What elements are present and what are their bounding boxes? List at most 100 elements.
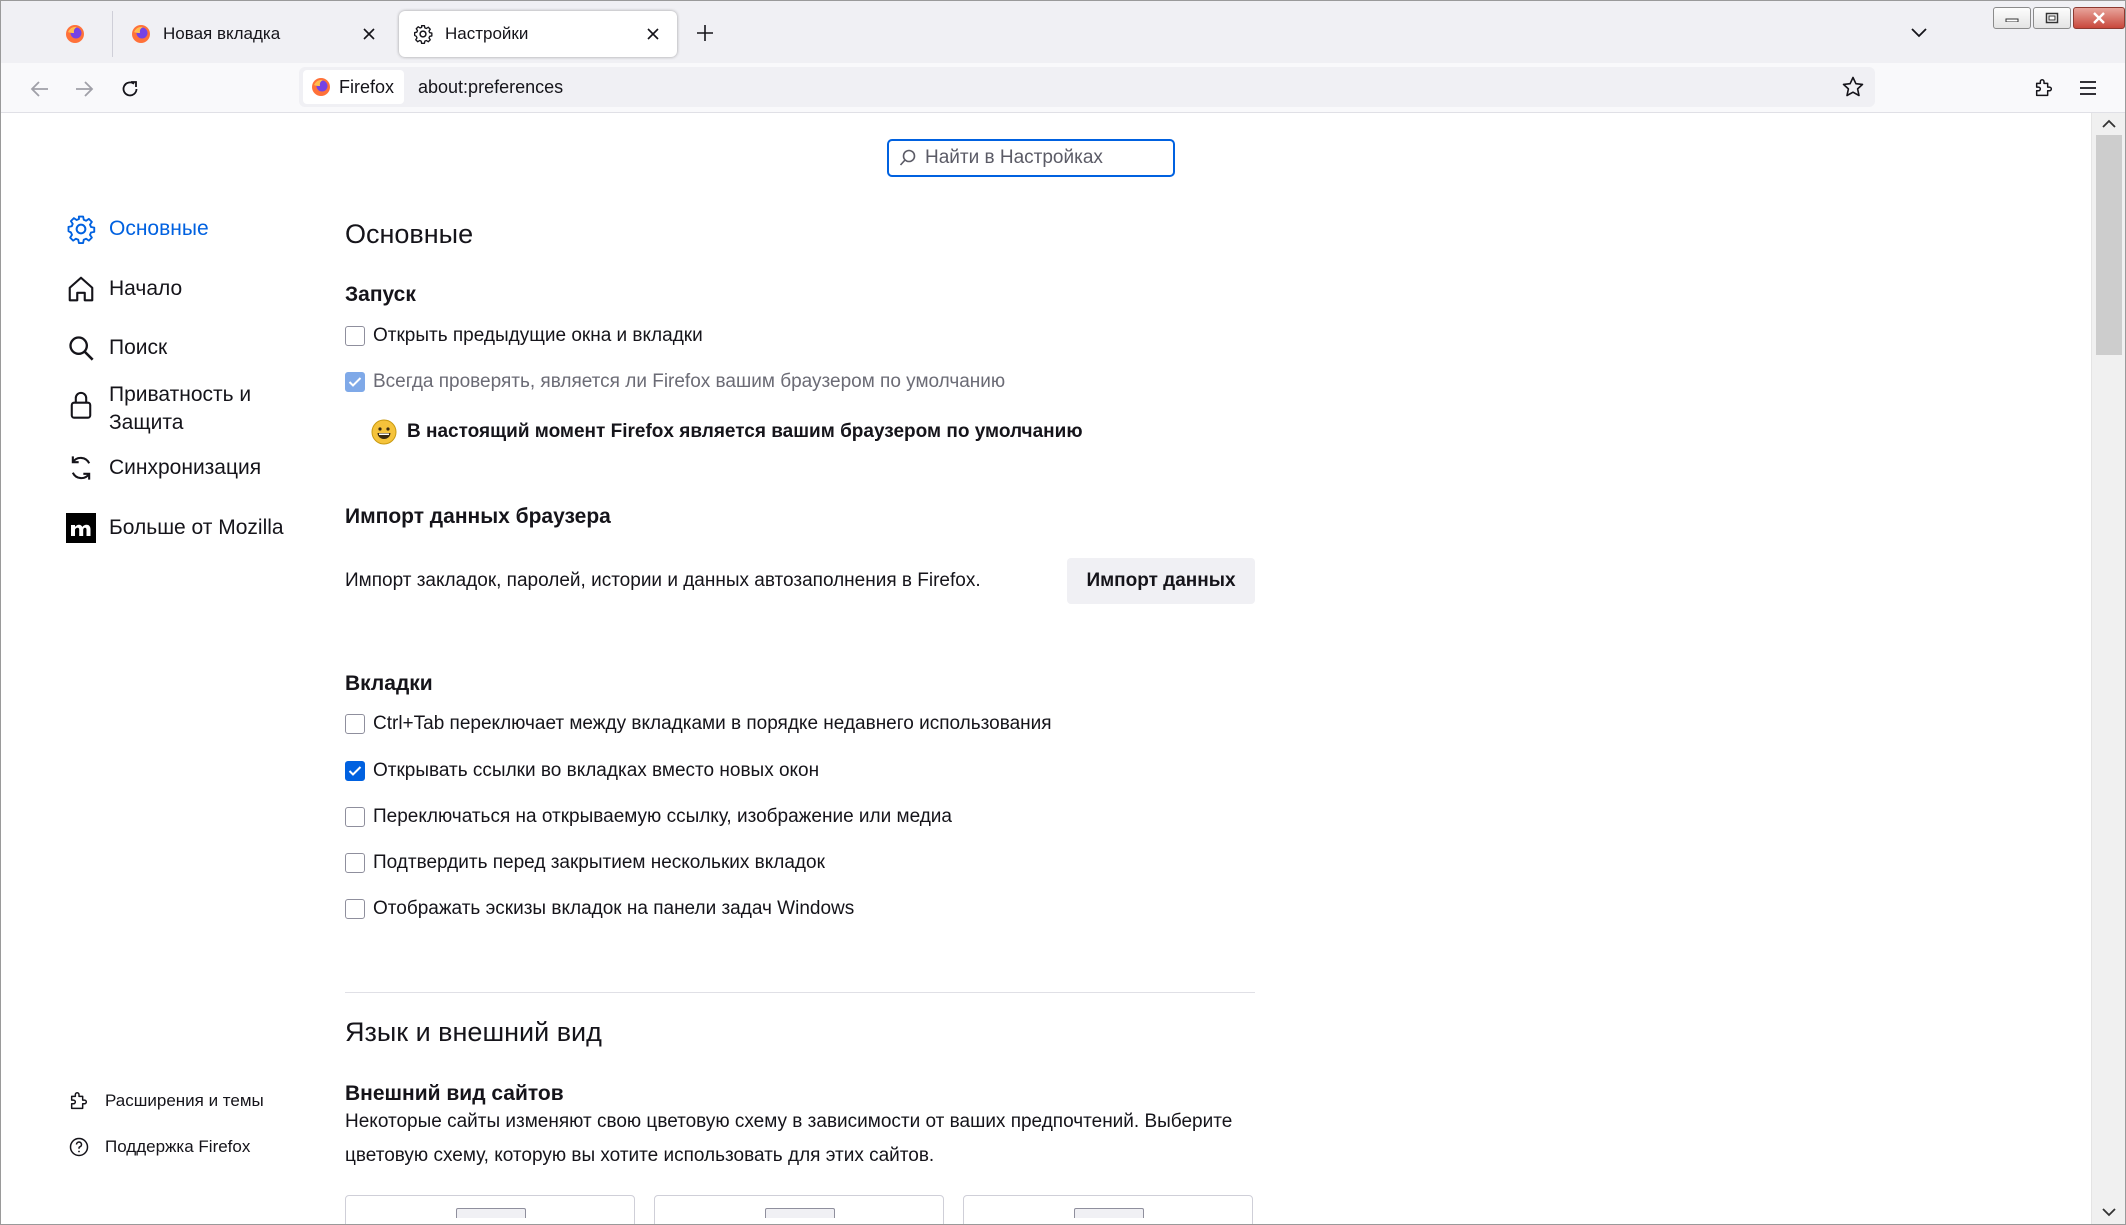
back-button[interactable] <box>25 74 55 104</box>
restore-session-checkbox[interactable]: Открыть предыдущие окна и вкладки <box>345 325 703 347</box>
extensions-button[interactable] <box>2029 73 2059 103</box>
open-links-in-tabs-checkbox[interactable]: Открывать ссылки во вкладках вместо новы… <box>345 760 819 782</box>
gear-icon <box>414 25 433 44</box>
tab-settings[interactable]: Настройки <box>399 11 677 57</box>
language-section-title: Язык и внешний вид <box>345 1017 602 1047</box>
plus-icon <box>697 25 713 41</box>
url-bar[interactable]: Firefox about:preferences <box>299 67 1875 107</box>
appearance-heading: Внешний вид сайтов <box>345 1082 564 1105</box>
ctrl-tab-checkbox[interactable]: Ctrl+Tab переключает между вкладками в п… <box>345 713 1052 735</box>
search-input[interactable] <box>925 147 1165 169</box>
sidebar-item-label: Основные <box>109 217 209 240</box>
forward-button[interactable] <box>69 74 99 104</box>
firefox-logo-icon <box>132 25 150 43</box>
sidebar-item-label: Начало <box>109 277 183 300</box>
sidebar-link-label: Расширения и темы <box>105 1091 264 1110</box>
back-arrow-icon <box>30 81 48 97</box>
search-icon <box>65 332 97 364</box>
close-icon <box>2093 12 2105 24</box>
tab-new-tab[interactable]: Новая вкладка <box>117 11 393 57</box>
minimize-button[interactable] <box>1993 7 2031 29</box>
theme-card-light[interactable] <box>654 1195 944 1224</box>
checkbox[interactable] <box>345 899 365 919</box>
mozilla-icon <box>65 512 97 544</box>
bookmark-star-icon[interactable] <box>1841 75 1865 99</box>
reload-icon <box>122 81 138 97</box>
appearance-description: Некоторые сайты изменяют свою цветовую с… <box>345 1111 1233 1166</box>
startup-heading: Запуск <box>345 283 416 306</box>
new-tab-button[interactable] <box>691 19 719 47</box>
taskbar-previews-checkbox[interactable]: Отображать эскизы вкладок на панели зада… <box>345 898 854 920</box>
sidebar-link-support[interactable]: Поддержка Firefox <box>67 1135 250 1159</box>
sidebar-item-general[interactable]: Основные <box>65 213 209 245</box>
list-all-tabs-button[interactable] <box>1905 19 1933 47</box>
checkbox[interactable] <box>345 853 365 873</box>
sidebar-link-label: Поддержка Firefox <box>105 1137 251 1156</box>
page-scrollbar[interactable] <box>2091 113 2125 1224</box>
maximize-button[interactable] <box>2033 7 2071 29</box>
search-icon <box>899 149 916 166</box>
warn-close-tabs-checkbox[interactable]: Подтвердить перед закрытием нескольких в… <box>345 852 825 874</box>
minimize-icon <box>2005 18 2019 22</box>
section-divider <box>345 992 1255 993</box>
switch-to-opened-checkbox[interactable]: Переключаться на открываемую ссылку, изо… <box>345 806 952 828</box>
checkbox-label: Открывать ссылки во вкладках вместо новы… <box>373 760 820 781</box>
scrollbar-thumb[interactable] <box>2096 135 2122 355</box>
reload-button[interactable] <box>115 74 145 104</box>
puzzle-icon <box>2035 79 2053 97</box>
theme-card-automatic[interactable] <box>345 1195 635 1224</box>
sidebar-item-label: Больше от Mozilla <box>109 516 284 539</box>
close-tab-icon[interactable] <box>359 24 379 44</box>
identity-label: Firefox <box>339 76 395 97</box>
checkbox-label: Подтвердить перед закрытием нескольких в… <box>373 852 825 873</box>
default-status-text: В настоящий момент Firefox является ваши… <box>407 421 1083 442</box>
maximize-icon <box>2045 12 2059 24</box>
tab-bar: Новая вкладка Настройки <box>1 1 2125 63</box>
default-browser-status: В настоящий момент Firefox является ваши… <box>371 419 1083 445</box>
app-menu-button[interactable] <box>2073 73 2103 103</box>
preferences-search-box[interactable] <box>887 139 1175 177</box>
sidebar-item-privacy[interactable]: Приватность и Защита <box>65 379 295 437</box>
hamburger-menu-icon <box>2080 81 2096 95</box>
checkbox[interactable] <box>345 714 365 734</box>
close-tab-icon[interactable] <box>643 24 663 44</box>
checkmark-icon <box>348 377 362 387</box>
sidebar-item-home[interactable]: Начало <box>65 273 182 305</box>
page-title: Основные <box>345 219 474 249</box>
scroll-up-icon[interactable] <box>2100 115 2118 133</box>
chevron-down-icon <box>1911 28 1927 38</box>
close-window-button[interactable] <box>2073 7 2125 29</box>
checkbox[interactable] <box>345 807 365 827</box>
check-default-checkbox[interactable]: Всегда проверять, является ли Firefox ва… <box>345 371 1005 393</box>
checkbox[interactable] <box>345 326 365 346</box>
preferences-page: Основные Начало Поиск Приватность и Защи… <box>1 113 2091 1224</box>
url-text[interactable]: about:preferences <box>418 77 563 98</box>
sidebar-item-mozilla[interactable]: Больше от Mozilla <box>65 512 284 544</box>
sidebar-item-label: Поиск <box>109 336 168 359</box>
checkbox[interactable] <box>345 372 365 392</box>
sidebar-link-addons[interactable]: Расширения и темы <box>67 1089 264 1113</box>
theme-preview <box>1074 1208 1144 1218</box>
import-description: Импорт закладок, паролей, истории и данн… <box>345 570 981 591</box>
tab-label: Настройки <box>445 24 529 43</box>
window-controls <box>1993 7 2125 31</box>
help-icon <box>67 1135 91 1159</box>
sidebar-item-sync[interactable]: Синхронизация <box>65 452 261 484</box>
tabs-heading: Вкладки <box>345 672 433 695</box>
import-data-button[interactable]: Импорт данных <box>1067 558 1255 604</box>
identity-box[interactable]: Firefox <box>303 70 405 104</box>
browser-window: Новая вкладка Настройки Firefox about:pr… <box>0 0 2126 1225</box>
sidebar-item-search[interactable]: Поиск <box>65 332 167 364</box>
pinned-tab[interactable] <box>37 11 113 57</box>
checkbox-label: Переключаться на открываемую ссылку, изо… <box>373 806 952 827</box>
theme-preview <box>765 1208 835 1218</box>
sync-icon <box>65 452 97 484</box>
puzzle-icon <box>67 1089 91 1113</box>
forward-arrow-icon <box>76 81 94 97</box>
checkbox[interactable] <box>345 761 365 781</box>
sidebar-item-label: Синхронизация <box>109 456 262 479</box>
checkbox-label: Ctrl+Tab переключает между вкладками в п… <box>373 713 1052 734</box>
checkmark-icon <box>348 766 362 776</box>
theme-card-dark[interactable] <box>963 1195 1253 1224</box>
scroll-down-icon[interactable] <box>2100 1203 2118 1221</box>
